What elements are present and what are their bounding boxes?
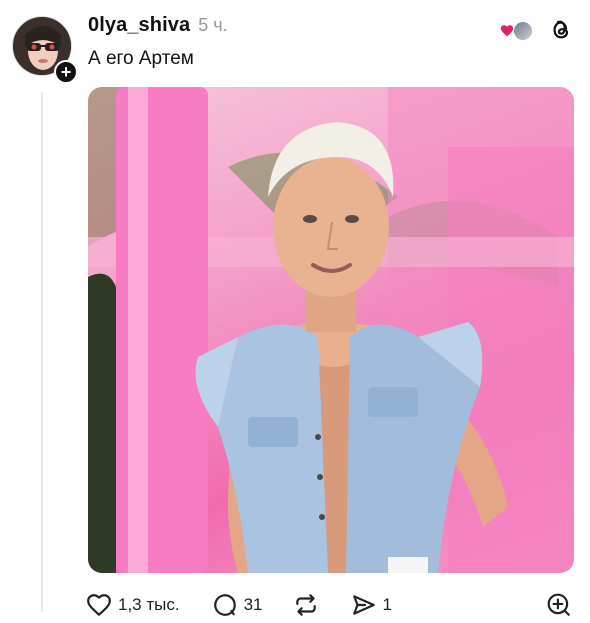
follow-plus-icon[interactable]: +: [54, 60, 78, 84]
repost-button[interactable]: [293, 592, 319, 618]
post-header-right: [500, 14, 572, 46]
author-avatar-container[interactable]: +: [12, 16, 78, 84]
reply-count: 31: [243, 595, 263, 614]
like-button[interactable]: 1,3 тыс.: [86, 593, 180, 617]
reply-button[interactable]: 31: [212, 592, 263, 618]
add-reply-button[interactable]: [546, 592, 572, 618]
post-photo: [88, 87, 574, 573]
post-header: 0lya_shiva 5 ч.: [88, 14, 228, 42]
username[interactable]: 0lya_shiva: [88, 14, 190, 37]
post-image[interactable]: [88, 87, 574, 573]
liker-avatar: [512, 20, 534, 42]
comment-icon: [213, 594, 236, 616]
heart-outline-icon: [87, 594, 111, 616]
heart-filled-icon: [500, 25, 514, 37]
share-button[interactable]: 1: [351, 592, 392, 618]
plus-circle-icon: [547, 593, 570, 616]
repost-icon: [295, 594, 316, 616]
send-icon: [352, 595, 375, 615]
liked-by-indicator[interactable]: [500, 16, 536, 44]
post-timestamp: 5 ч.: [198, 15, 228, 35]
share-count: 1: [382, 595, 392, 614]
post-actions: 1,3 тыс. 31 1: [86, 588, 576, 622]
post-text: А его Артем: [88, 48, 194, 69]
thread-line: [41, 92, 43, 612]
like-count: 1,3 тыс.: [118, 595, 180, 614]
threads-logo-icon[interactable]: [550, 18, 572, 42]
